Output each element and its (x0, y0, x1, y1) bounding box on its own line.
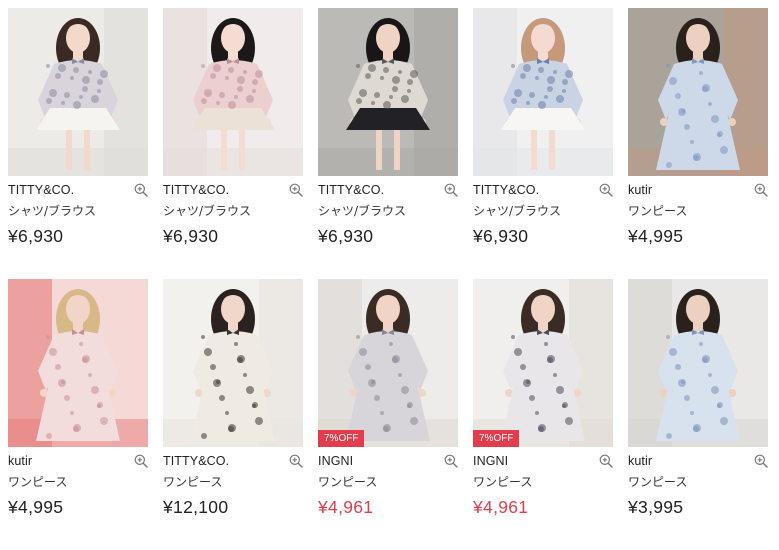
product-image[interactable] (628, 8, 768, 176)
brand-name[interactable]: kutir (628, 454, 652, 468)
zoom-in-icon[interactable] (134, 454, 148, 468)
zoom-in-icon[interactable] (754, 183, 768, 197)
brand-name[interactable]: kutir (8, 454, 32, 468)
brand-name[interactable]: TITTY&CO. (318, 183, 384, 197)
product-card[interactable]: kutir ワンピース ¥3,995 (628, 279, 768, 550)
product-card[interactable]: TITTY&CO. シャツ/ブラウス ¥6,930 (318, 8, 458, 279)
product-card[interactable]: TITTY&CO. ワンピース ¥12,100 (163, 279, 303, 550)
product-grid: TITTY&CO. シャツ/ブラウス ¥6,930 TITTY&CO. シャツ/ブラウス… (8, 8, 768, 550)
product-category: ワンピース (8, 475, 68, 489)
zoom-in-icon[interactable] (599, 183, 613, 197)
product-info: TITTY&CO. シャツ/ブラウス ¥6,930 (8, 176, 148, 279)
product-card[interactable]: TITTY&CO. シャツ/ブラウス ¥6,930 (163, 8, 303, 279)
product-info: TITTY&CO. シャツ/ブラウス ¥6,930 (473, 176, 613, 279)
product-category: ワンピース (473, 475, 533, 489)
product-image[interactable] (163, 279, 303, 447)
product-card[interactable]: kutir ワンピース ¥4,995 (628, 8, 768, 279)
product-image[interactable] (473, 8, 613, 176)
discount-badge: 7%OFF (473, 430, 520, 447)
brand-name[interactable]: TITTY&CO. (163, 183, 229, 197)
product-price: ¥6,930 (318, 226, 374, 246)
product-info: kutir ワンピース ¥3,995 (628, 447, 768, 550)
discount-badge: 7%OFF (318, 430, 365, 447)
brand-name[interactable]: TITTY&CO. (8, 183, 74, 197)
product-card[interactable]: kutir ワンピース ¥4,995 (8, 279, 148, 550)
product-image[interactable]: 7%OFF (318, 279, 458, 447)
product-price: ¥4,961 (318, 497, 374, 517)
product-price: ¥6,930 (163, 226, 219, 246)
product-price: ¥4,995 (628, 226, 684, 246)
zoom-in-icon[interactable] (444, 183, 458, 197)
brand-name[interactable]: TITTY&CO. (473, 183, 539, 197)
product-info: kutir ワンピース ¥4,995 (8, 447, 148, 550)
product-price: ¥12,100 (163, 497, 229, 517)
product-card[interactable]: TITTY&CO. シャツ/ブラウス ¥6,930 (473, 8, 613, 279)
product-card[interactable]: 7%OFF INGNI ワンピース ¥4,961 (473, 279, 613, 550)
zoom-in-icon[interactable] (754, 454, 768, 468)
product-category: シャツ/ブラウス (163, 204, 252, 218)
zoom-in-icon[interactable] (599, 454, 613, 468)
product-info: kutir ワンピース ¥4,995 (628, 176, 768, 279)
product-category: ワンピース (163, 475, 223, 489)
product-image[interactable]: 7%OFF (473, 279, 613, 447)
brand-name[interactable]: TITTY&CO. (163, 454, 229, 468)
product-info: TITTY&CO. シャツ/ブラウス ¥6,930 (318, 176, 458, 279)
product-price: ¥4,995 (8, 497, 64, 517)
product-info: INGNI ワンピース ¥4,961 (318, 447, 458, 550)
product-info: TITTY&CO. ワンピース ¥12,100 (163, 447, 303, 550)
zoom-in-icon[interactable] (134, 183, 148, 197)
brand-name[interactable]: kutir (628, 183, 652, 197)
product-image[interactable] (318, 8, 458, 176)
brand-name[interactable]: INGNI (473, 454, 508, 468)
product-info: TITTY&CO. シャツ/ブラウス ¥6,930 (163, 176, 303, 279)
product-category: シャツ/ブラウス (473, 204, 562, 218)
product-price: ¥6,930 (8, 226, 64, 246)
product-category: シャツ/ブラウス (318, 204, 407, 218)
product-category: シャツ/ブラウス (8, 204, 97, 218)
product-price: ¥4,961 (473, 497, 529, 517)
zoom-in-icon[interactable] (444, 454, 458, 468)
product-category: ワンピース (318, 475, 378, 489)
zoom-in-icon[interactable] (289, 183, 303, 197)
product-category: ワンピース (628, 204, 688, 218)
zoom-in-icon[interactable] (289, 454, 303, 468)
product-image[interactable] (163, 8, 303, 176)
brand-name[interactable]: INGNI (318, 454, 353, 468)
product-image[interactable] (8, 279, 148, 447)
product-card[interactable]: 7%OFF INGNI ワンピース ¥4,961 (318, 279, 458, 550)
product-price: ¥6,930 (473, 226, 529, 246)
product-image[interactable] (8, 8, 148, 176)
product-category: ワンピース (628, 475, 688, 489)
product-price: ¥3,995 (628, 497, 684, 517)
product-info: INGNI ワンピース ¥4,961 (473, 447, 613, 550)
product-card[interactable]: TITTY&CO. シャツ/ブラウス ¥6,930 (8, 8, 148, 279)
product-image[interactable] (628, 279, 768, 447)
